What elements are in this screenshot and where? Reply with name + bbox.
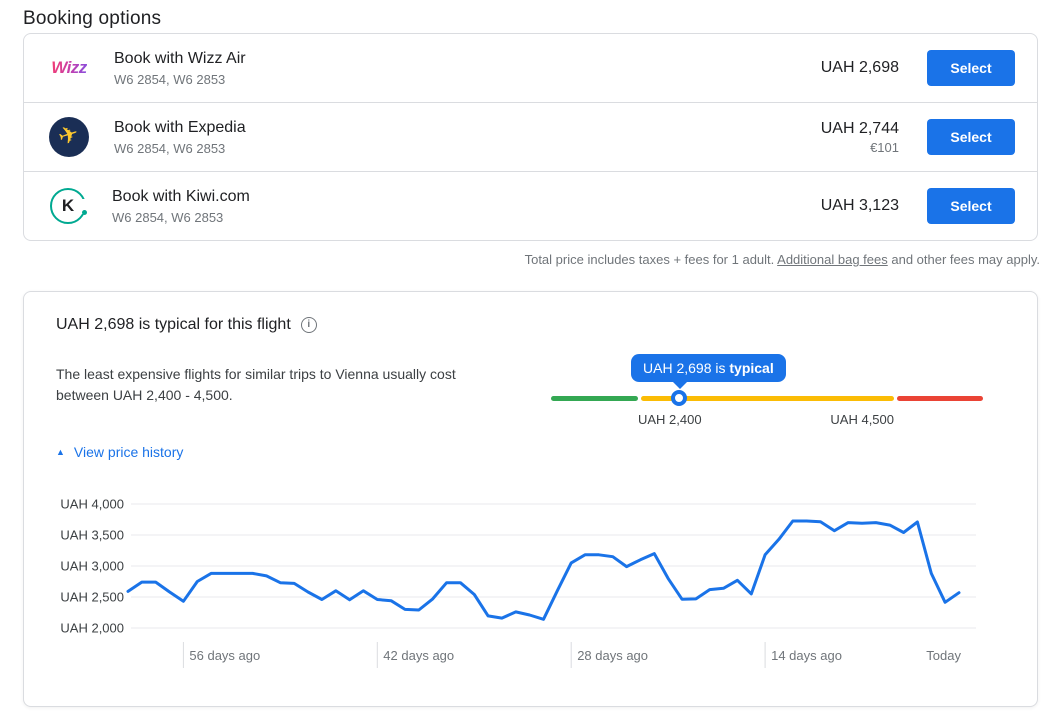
select-button-kiwi[interactable]: Select — [927, 188, 1015, 224]
disclaimer-suffix: and other fees may apply. — [888, 252, 1040, 267]
booking-row-kiwi: K Book with Kiwi.com W6 2854, W6 2853 UA… — [24, 171, 1037, 240]
tooltip-text: UAH 2,698 is — [643, 360, 729, 376]
price-block: UAH 2,744 €101 — [821, 120, 899, 155]
alt-price: €101 — [821, 140, 899, 155]
page-title: Booking options — [23, 8, 161, 30]
price-insights-title: UAH 2,698 is typical for this flight — [56, 316, 291, 334]
tooltip-bold-text: typical — [729, 360, 773, 376]
price-disclaimer: Total price includes taxes + fees for 1 … — [525, 252, 1040, 267]
info-icon-glyph: i — [307, 320, 310, 330]
provider-name: Book with Kiwi.com — [112, 188, 250, 206]
price-history-line — [128, 521, 959, 619]
tooltip-pointer — [673, 382, 687, 389]
y-axis-tick-label: UAH 2,000 — [60, 621, 124, 636]
booking-row-wizzair: Wizz Book with Wizz Air W6 2854, W6 2853… — [24, 34, 1037, 102]
flight-numbers: W6 2854, W6 2853 — [114, 141, 246, 156]
booking-row-text: Book with Expedia W6 2854, W6 2853 — [114, 119, 246, 156]
expedia-logo: ✈ — [48, 116, 90, 158]
flight-numbers: W6 2854, W6 2853 — [112, 210, 250, 225]
select-button-expedia[interactable]: Select — [927, 119, 1015, 155]
x-axis-tick-label: 28 days ago — [577, 648, 648, 663]
price-block: UAH 3,123 — [821, 197, 899, 215]
y-axis-tick-label: UAH 3,500 — [60, 528, 124, 543]
x-axis-tick-label: 14 days ago — [771, 648, 842, 663]
flight-numbers: W6 2854, W6 2853 — [114, 72, 246, 87]
x-axis-tick-label: 56 days ago — [189, 648, 260, 663]
view-price-history-toggle[interactable]: ▲ View price history — [56, 444, 183, 460]
y-axis-tick-label: UAH 4,000 — [60, 497, 124, 512]
slider-segment-high — [897, 396, 983, 401]
kiwi-logo-letter: K — [48, 186, 88, 226]
booking-row-text: Book with Kiwi.com W6 2854, W6 2853 — [112, 188, 250, 225]
price-insights-header: UAH 2,698 is typical for this flight i — [56, 316, 317, 334]
additional-bag-fees-link[interactable]: Additional bag fees — [777, 252, 888, 267]
x-axis-tick-label: 42 days ago — [383, 648, 454, 663]
booking-row-expedia: ✈ Book with Expedia W6 2854, W6 2853 UAH… — [24, 102, 1037, 171]
price: UAH 3,123 — [821, 197, 899, 215]
current-price-marker — [671, 390, 687, 406]
y-axis-tick-label: UAH 3,000 — [60, 559, 124, 574]
typical-price-tooltip: UAH 2,698 is typical — [631, 354, 786, 382]
disclaimer-prefix: Total price includes taxes + fees for 1 … — [525, 252, 778, 267]
y-axis-tick-label: UAH 2,500 — [60, 590, 124, 605]
booking-options-card: Wizz Book with Wizz Air W6 2854, W6 2853… — [23, 33, 1038, 241]
airplane-icon: ✈ — [55, 122, 82, 151]
price-insights-description: The least expensive flights for similar … — [56, 364, 504, 406]
collapse-icon: ▲ — [56, 448, 65, 457]
wizzair-logo: Wizz — [48, 47, 90, 89]
price-block: UAH 2,698 — [821, 59, 899, 77]
provider-name: Book with Wizz Air — [114, 50, 246, 68]
price: UAH 2,744 — [821, 120, 899, 138]
wizzair-wordmark: Wizz — [51, 58, 87, 78]
provider-name: Book with Expedia — [114, 119, 246, 137]
booking-row-text: Book with Wizz Air W6 2854, W6 2853 — [114, 50, 246, 87]
expedia-logo-circle: ✈ — [49, 117, 89, 157]
select-button-wizzair[interactable]: Select — [927, 50, 1015, 86]
slider-segment-low — [551, 396, 638, 401]
price: UAH 2,698 — [821, 59, 899, 77]
x-axis-tick-label: Today — [926, 648, 961, 663]
info-icon[interactable]: i — [301, 317, 317, 333]
kiwi-logo: K — [48, 186, 88, 226]
price-history-chart: UAH 2,000 UAH 2,500 UAH 3,000 UAH 3,500 UAH … — [41, 484, 1031, 684]
price-range-indicator: UAH 2,698 is typical UAH 2,400 UAH 4,500 — [551, 352, 983, 444]
range-high-label: UAH 4,500 — [830, 412, 894, 427]
price-insights-card: UAH 2,698 is typical for this flight i T… — [23, 291, 1038, 707]
range-low-label: UAH 2,400 — [638, 412, 702, 427]
history-toggle-label: View price history — [74, 444, 183, 460]
